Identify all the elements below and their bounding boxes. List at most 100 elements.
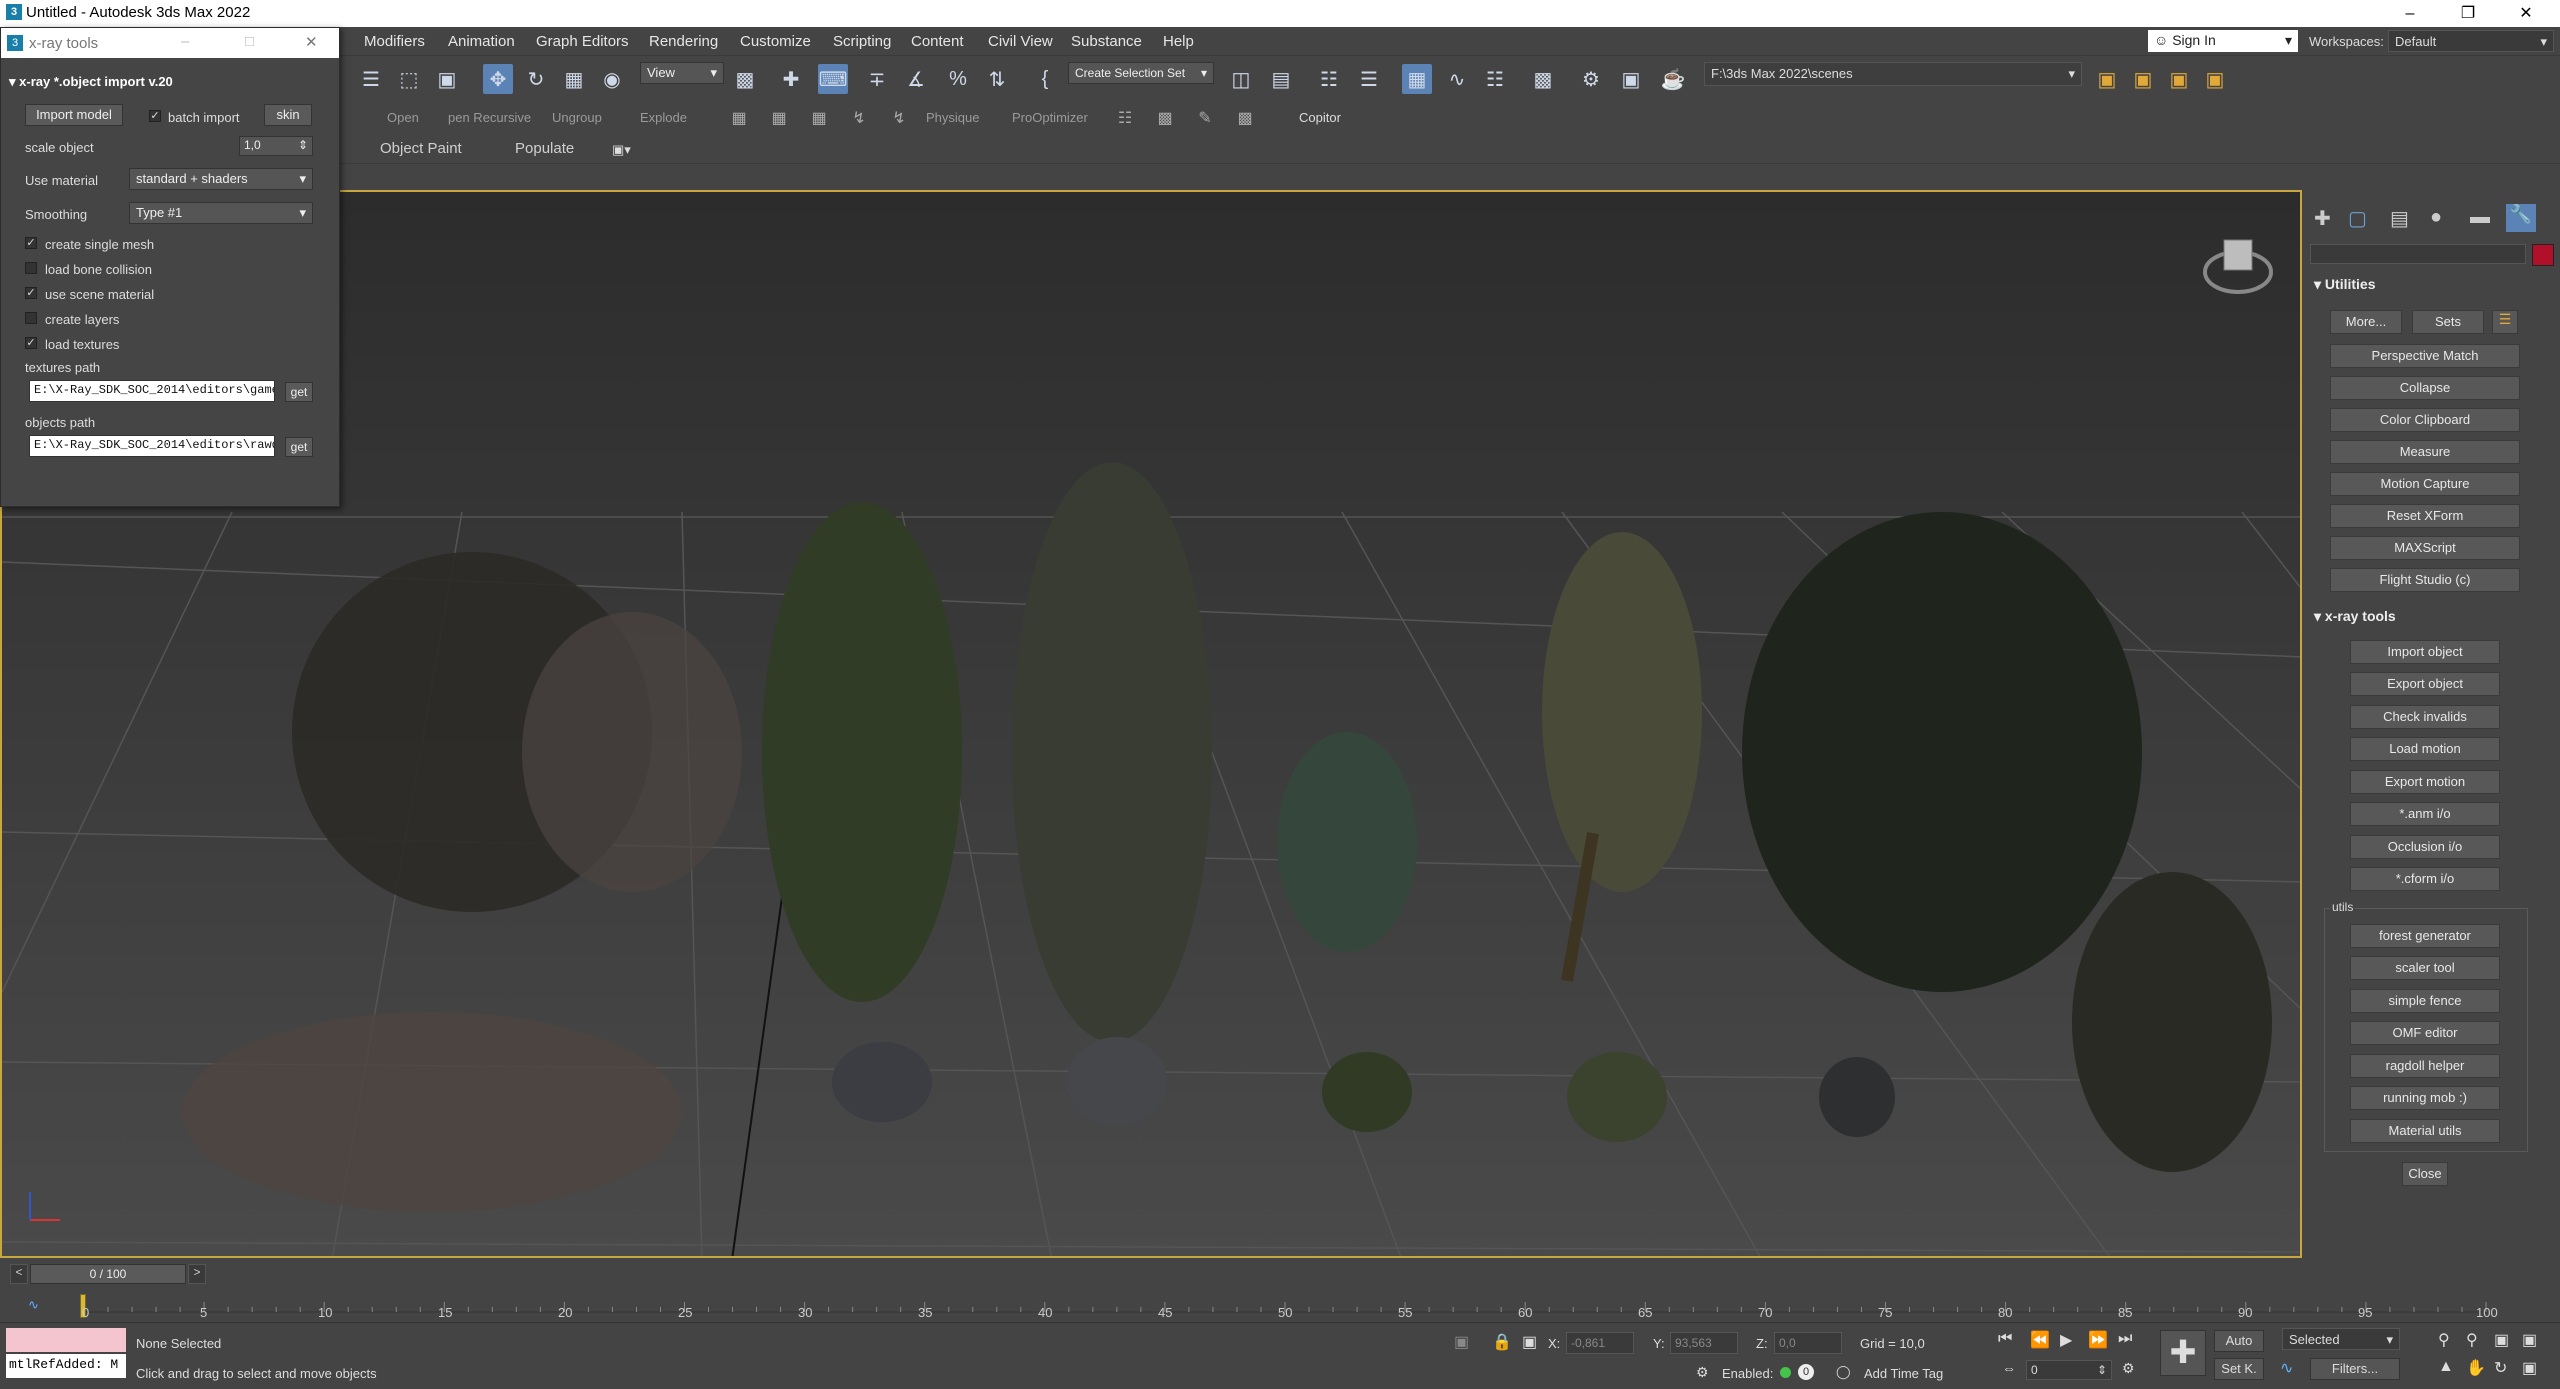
maxscript-button[interactable]: MAXScript	[2330, 536, 2520, 560]
textures-get-button[interactable]: get	[285, 382, 313, 402]
xray-tools-rollout-header[interactable]: ▾ x-ray tools	[2314, 608, 2396, 625]
export-motion-button[interactable]: Export motion	[2350, 770, 2500, 794]
zoom-extents-icon[interactable]: ▣	[2494, 1330, 2509, 1350]
group-icon[interactable]: ▦	[724, 103, 754, 133]
menu-help[interactable]: Help	[1163, 33, 1194, 50]
manipulate-icon[interactable]: ✚	[776, 64, 806, 94]
load-bone-collision-checkbox[interactable]	[25, 262, 37, 274]
objects-path-input[interactable]: E:\X-Ray_SDK_SOC_2014\editors\rawda	[29, 435, 275, 457]
select-object-icon[interactable]: ☰	[356, 64, 386, 94]
object-color-swatch[interactable]	[2532, 244, 2554, 266]
motion-tab-icon[interactable]: ●	[2430, 206, 2442, 229]
menu-rendering[interactable]: Rendering	[649, 33, 718, 50]
occlusion-io-button[interactable]: Occlusion i/o	[2350, 835, 2500, 859]
current-frame-field[interactable]: 0 ⇕	[2026, 1360, 2112, 1380]
measure-button[interactable]: Measure	[2330, 440, 2520, 464]
folder-settings-icon[interactable]: ▣	[2200, 64, 2230, 94]
perspective-viewport[interactable]	[0, 190, 2302, 1258]
goto-end-icon[interactable]: ⏭	[2118, 1330, 2132, 1348]
field-of-view-icon[interactable]: ▲	[2438, 1358, 2454, 1376]
pan-icon[interactable]: ✋	[2466, 1358, 2486, 1378]
grid-tool-icon[interactable]: ☷	[1110, 103, 1140, 133]
maxscript-listener-white[interactable]: mtlRefAdded: M	[6, 1354, 126, 1378]
textures-path-input[interactable]: E:\X-Ray_SDK_SOC_2014\editors\gamed	[29, 380, 275, 402]
project-folder-icon[interactable]: ▣	[2092, 64, 2122, 94]
schematic-view-icon[interactable]: ☷	[1480, 64, 1510, 94]
scene-explorer-icon[interactable]: ☷	[1314, 64, 1344, 94]
ribbon-open[interactable]: Open	[387, 110, 419, 125]
anm-io-button[interactable]: *.anm i/o	[2350, 802, 2500, 826]
forest-generator-button[interactable]: forest generator	[2350, 924, 2500, 948]
attach-icon[interactable]: ▦	[764, 103, 794, 133]
next-key-icon[interactable]: ⏩	[2088, 1330, 2108, 1350]
more-button[interactable]: More...	[2330, 310, 2402, 334]
time-slider[interactable]: 0 / 100	[30, 1264, 186, 1284]
perspective-match-button[interactable]: Perspective Match	[2330, 344, 2520, 368]
camera-tool-icon[interactable]: ▩	[1150, 103, 1180, 133]
x-coordinate-field[interactable]: -0,861	[1566, 1332, 1634, 1354]
adaptive-degradation-icon[interactable]: ⚙	[1696, 1364, 1709, 1381]
project-path-dropdown[interactable]: F:\3ds Max 2022\scenes ▾	[1704, 62, 2082, 86]
import-object-button[interactable]: Import object	[2350, 640, 2500, 664]
material-editor-icon[interactable]: ▩	[1528, 64, 1558, 94]
menu-animation[interactable]: Animation	[448, 33, 515, 50]
auto-key-button[interactable]: Auto	[2214, 1330, 2264, 1352]
key-tangent-icon[interactable]: ∿	[2280, 1358, 2293, 1378]
select-rotate-icon[interactable]: ↻	[521, 64, 551, 94]
utilities-tab-icon[interactable]: 🔧	[2506, 204, 2536, 232]
rendered-frame-icon[interactable]: ▣	[1616, 64, 1646, 94]
mirror-icon[interactable]: ◫	[1226, 64, 1256, 94]
tab-object-paint[interactable]: Object Paint	[380, 140, 462, 157]
object-name-field[interactable]	[2310, 244, 2526, 264]
absolute-mode-icon[interactable]: ▣	[1522, 1332, 1537, 1352]
key-mode-icon[interactable]: ⇔	[2002, 1360, 2016, 1376]
use-material-dropdown[interactable]: standard + shaders ▾	[129, 168, 313, 190]
minimize-icon[interactable]: –	[181, 33, 189, 50]
filters-button[interactable]: Filters...	[2310, 1358, 2400, 1380]
flight-studio-button[interactable]: Flight Studio (c)	[2330, 568, 2520, 592]
ribbon-physique[interactable]: Physique	[926, 110, 979, 125]
pivot-icon[interactable]: ▩	[730, 64, 760, 94]
ribbon-open-recursive[interactable]: pen Recursive	[448, 110, 531, 125]
create-tab-icon[interactable]: ✚	[2314, 206, 2331, 231]
z-coordinate-field[interactable]: 0,0	[1774, 1332, 1842, 1354]
ribbon-copitor[interactable]: Copitor	[1299, 110, 1341, 125]
prev-key-icon[interactable]: ⏪	[2030, 1330, 2050, 1350]
isolate-icon[interactable]: ▣	[1454, 1332, 1469, 1352]
close-button[interactable]: ✕	[2498, 0, 2554, 27]
selection-set-dropdown[interactable]: Create Selection Set ▾	[1068, 62, 1214, 84]
load-textures-checkbox[interactable]: ✓	[25, 337, 37, 349]
select-scale-icon[interactable]: ▦	[559, 64, 589, 94]
select-move-icon[interactable]: ✥	[483, 64, 513, 94]
maximize-button[interactable]: ❐	[2440, 0, 2496, 27]
check-invalids-button[interactable]: Check invalids	[2350, 705, 2500, 729]
viewcube-icon[interactable]	[2202, 230, 2274, 302]
sets-button[interactable]: Sets	[2412, 310, 2484, 334]
utilities-rollout-header[interactable]: ▾ Utilities	[2314, 276, 2376, 293]
ribbon-explode[interactable]: Explode	[640, 110, 687, 125]
ragdoll-helper-button[interactable]: ragdoll helper	[2350, 1054, 2500, 1078]
percent-snap-icon[interactable]: %	[943, 64, 973, 94]
zoom-icon[interactable]: ⚲	[2438, 1330, 2450, 1350]
open-folder-icon[interactable]: ▣	[2128, 64, 2158, 94]
set-key-button[interactable]: Set K.	[2214, 1358, 2264, 1380]
maxscript-listener-pink[interactable]	[6, 1328, 126, 1352]
scaler-tool-button[interactable]: scaler tool	[2350, 956, 2500, 980]
bones-icon[interactable]: ↯	[844, 103, 874, 133]
hierarchy-tab-icon[interactable]: ▤	[2390, 206, 2409, 231]
load-motion-button[interactable]: Load motion	[2350, 737, 2500, 761]
menu-customize[interactable]: Customize	[740, 33, 811, 50]
layer-explorer-icon[interactable]: ☰	[1354, 64, 1384, 94]
enabled-indicator[interactable]	[1780, 1367, 1791, 1378]
reset-xform-button[interactable]: Reset XForm	[2330, 504, 2520, 528]
ribbon-toggle-icon[interactable]: ▦	[1402, 64, 1432, 94]
batch-import-checkbox[interactable]: ✓	[149, 110, 161, 122]
menu-graph-editors[interactable]: Graph Editors	[536, 33, 629, 50]
close-utilities-button[interactable]: Close	[2402, 1162, 2448, 1186]
ribbon-ungroup[interactable]: Ungroup	[552, 110, 602, 125]
use-scene-material-checkbox[interactable]: ✓	[25, 287, 37, 299]
omf-editor-button[interactable]: OMF editor	[2350, 1021, 2500, 1045]
menu-substance[interactable]: Substance	[1071, 33, 1142, 50]
smoothing-dropdown[interactable]: Type #1 ▾	[129, 202, 313, 224]
goto-start-icon[interactable]: ⏮	[1998, 1330, 2012, 1348]
